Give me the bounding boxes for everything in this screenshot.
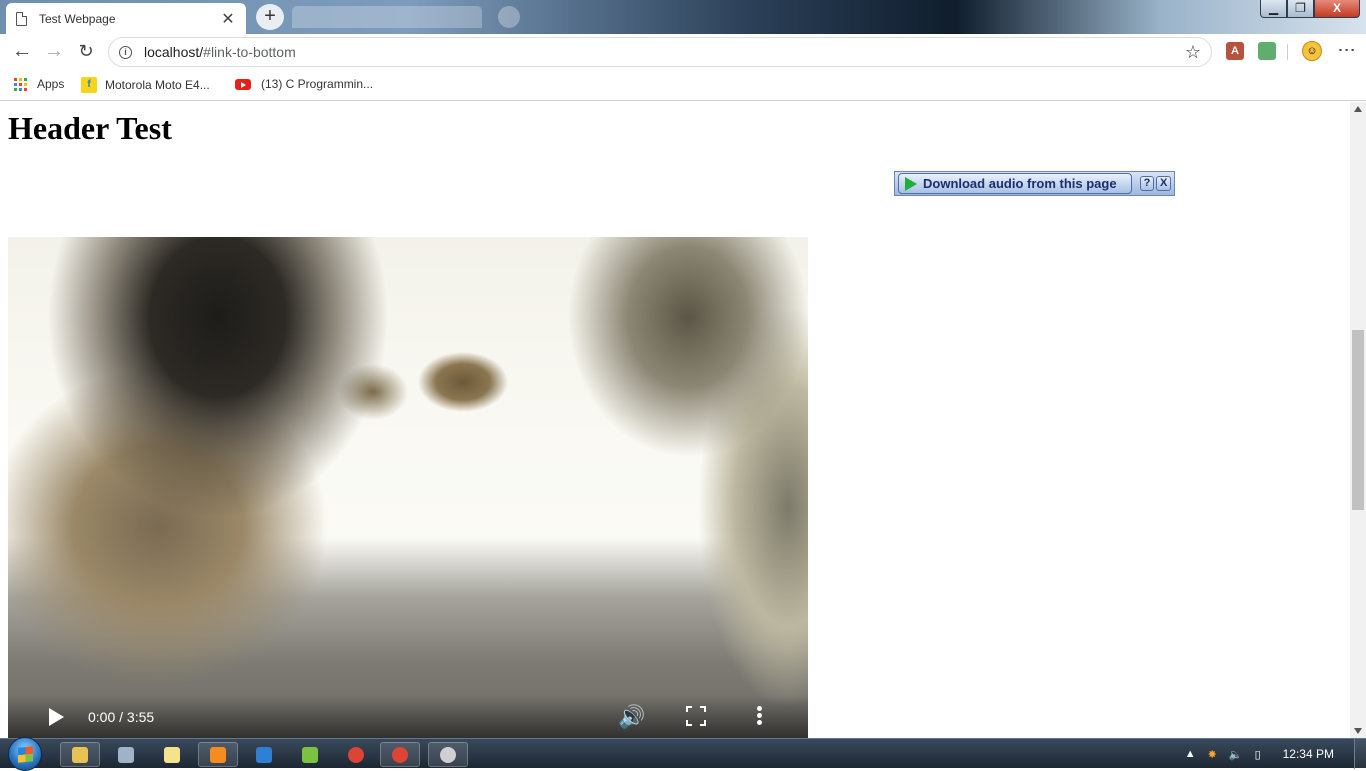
save-extension-icon[interactable] — [1258, 42, 1276, 60]
page-viewport: Header Test Download audio from this pag… — [0, 102, 1350, 738]
bookmark-c-programming[interactable]: (13) C Programmin... — [235, 77, 373, 91]
bookmark-label: Apps — [37, 77, 65, 91]
bookmark-label: Motorola Moto E4... — [105, 78, 210, 92]
show-desktop-button[interactable] — [1354, 739, 1366, 769]
new-tab-button[interactable]: + — [256, 4, 284, 30]
app-icon — [440, 746, 456, 763]
network-icon[interactable]: ✸ — [1208, 748, 1217, 761]
scroll-thumb[interactable] — [1352, 330, 1364, 510]
scroll-up-arrow-icon[interactable] — [1354, 106, 1362, 112]
taskbar-chrome[interactable] — [336, 742, 376, 767]
profile-avatar-icon[interactable]: ☺ — [1302, 41, 1322, 61]
url-text[interactable]: localhost/#link-to-bottom — [144, 44, 1185, 60]
volume-icon[interactable]: 🔊 — [618, 704, 645, 730]
tab-test-webpage[interactable]: Test Webpage ✕ — [6, 3, 246, 34]
fullscreen-icon[interactable] — [686, 706, 706, 726]
browser-toolbar: ← → ↻ i localhost/#link-to-bottom ☆ A ☺ … — [0, 34, 1366, 70]
page-icon — [16, 11, 27, 26]
tab-close-icon[interactable]: ✕ — [220, 9, 236, 29]
forward-arrow-icon[interactable]: → — [42, 40, 66, 64]
show-hidden-icons-icon[interactable]: ▲ — [1185, 748, 1196, 760]
play-icon — [905, 176, 917, 191]
info-icon[interactable]: i — [119, 45, 132, 59]
minimize-button[interactable]: ▁ — [1260, 0, 1287, 18]
video-controls: 0:00 / 3:55 🔊 — [8, 696, 808, 738]
bookmark-star-icon[interactable]: ☆ — [1185, 42, 1201, 63]
video-time: 0:00 / 3:55 — [88, 709, 155, 725]
reload-icon[interactable]: ↻ — [74, 40, 98, 64]
restore-button[interactable]: ❐ — [1287, 0, 1314, 18]
menu-dots-icon[interactable]: ⋮ — [1336, 41, 1358, 57]
help-button[interactable]: ? — [1139, 176, 1155, 191]
taskbar-app-blue[interactable] — [244, 742, 284, 767]
taskbar-app-gray[interactable] — [428, 742, 468, 767]
bookmark-motorola[interactable]: f Motorola Moto E4... — [81, 77, 210, 93]
apps-grid-icon — [14, 77, 27, 91]
page-scrollbar[interactable] — [1350, 102, 1366, 738]
folder-icon — [72, 746, 88, 763]
chrome-icon — [392, 746, 408, 763]
download-audio-label: Download audio from this page — [923, 176, 1117, 191]
back-arrow-icon[interactable]: ← — [10, 40, 34, 64]
start-button[interactable] — [8, 737, 42, 771]
flipkart-icon: f — [81, 77, 97, 93]
scroll-down-arrow-icon[interactable] — [1354, 728, 1362, 734]
system-tray: ▲ ✸ 🔈 ▯ 12:34 PM — [1185, 739, 1366, 769]
address-bar[interactable]: i localhost/#link-to-bottom ☆ — [108, 37, 1212, 67]
windows-taskbar: ▲ ✸ 🔈 ▯ 12:34 PM — [0, 737, 1366, 771]
calculator-icon — [118, 746, 134, 763]
tab-title: Test Webpage — [39, 11, 116, 26]
bookmarks-bar: Apps f Motorola Moto E4... (13) C Progra… — [0, 70, 1366, 101]
download-audio-bar: Download audio from this page ? X — [894, 171, 1175, 196]
taskbar-sublime[interactable] — [198, 742, 238, 767]
taskbar-chrome-active[interactable] — [380, 742, 420, 767]
url-fragment: #link-to-bottom — [203, 44, 296, 60]
bookmark-label: (13) C Programmin... — [261, 77, 374, 91]
taskbar-notepad[interactable] — [152, 742, 192, 767]
browser-tab-strip: Test Webpage ✕ + ▁ ❐ X — [0, 0, 1366, 34]
taskbar-calculator[interactable] — [106, 742, 146, 767]
pdf-extension-icon[interactable]: A — [1226, 42, 1244, 60]
bookmark-apps[interactable]: Apps — [14, 77, 64, 91]
app-icon — [256, 746, 272, 763]
play-button-icon[interactable] — [49, 708, 64, 726]
close-window-button[interactable]: X — [1314, 0, 1360, 18]
taskbar-android-studio[interactable] — [290, 742, 330, 767]
background-tab-icon[interactable] — [498, 6, 520, 28]
youtube-icon — [235, 78, 251, 90]
page-heading: Header Test — [8, 110, 172, 146]
video-player[interactable]: 0:00 / 3:55 🔊 — [8, 237, 808, 738]
window-controls: ▁ ❐ X — [1260, 0, 1360, 18]
chrome-icon — [348, 746, 364, 763]
background-tab[interactable] — [292, 6, 482, 28]
more-options-icon[interactable] — [757, 704, 763, 727]
battery-icon[interactable]: ▯ — [1255, 748, 1261, 761]
download-audio-button[interactable]: Download audio from this page — [898, 173, 1132, 194]
url-host: localhost/ — [144, 44, 204, 60]
toolbar-divider — [1287, 44, 1288, 60]
sublime-text-icon — [210, 746, 226, 763]
close-download-bar-button[interactable]: X — [1156, 176, 1171, 191]
android-icon — [302, 746, 318, 763]
taskbar-clock[interactable]: 12:34 PM — [1283, 747, 1334, 761]
taskbar-explorer[interactable] — [60, 742, 100, 767]
speaker-icon[interactable]: 🔈 — [1229, 748, 1243, 761]
notepad-icon — [164, 746, 180, 763]
